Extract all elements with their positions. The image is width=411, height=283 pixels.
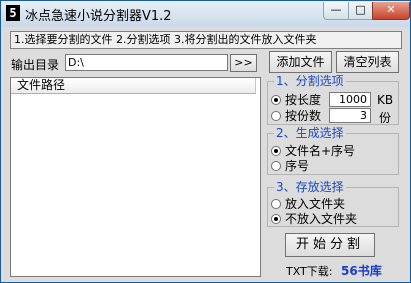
maximize-button[interactable]: □ <box>348 2 373 20</box>
output-dir-field[interactable]: D:\ <box>65 54 228 71</box>
start-split-button[interactable]: 开始分割 <box>285 233 375 257</box>
storage-folder-radio[interactable]: 放入文件夹 <box>271 197 345 211</box>
file-list[interactable]: 文件路径 <box>10 77 261 277</box>
length-field[interactable]: 1000 <box>329 92 371 107</box>
clear-list-button[interactable]: 清空列表 <box>336 51 399 73</box>
app-icon: 5 <box>6 5 20 21</box>
radio-unchecked-icon <box>271 111 281 121</box>
generate-seq-label: 序号 <box>285 159 310 173</box>
parts-unit: 份 <box>379 111 392 125</box>
split-by-length-label: 按长度 <box>285 93 322 107</box>
app-window: 5 冰点急速小说分割器V1.2 — □ ✕ 1.选择要分割的文件 2.分割选项 … <box>0 0 411 283</box>
minimize-button[interactable]: — <box>323 2 349 20</box>
radio-unchecked-icon <box>271 199 281 209</box>
generate-filename-seq-label: 文件名+序号 <box>285 144 356 158</box>
generate-options-title: 2、生成选择 <box>274 126 346 140</box>
output-dir-label: 输出目录 <box>11 58 60 72</box>
close-button[interactable]: ✕ <box>372 2 410 20</box>
generate-filename-seq-radio[interactable]: 文件名+序号 <box>271 144 355 158</box>
radio-unchecked-icon <box>271 161 281 171</box>
title-bar: 5 冰点急速小说分割器V1.2 — □ ✕ <box>1 1 410 27</box>
browse-button[interactable]: >> <box>230 54 257 72</box>
storage-no-folder-label: 不放入文件夹 <box>285 212 358 226</box>
bookstore-link[interactable]: 56书库 <box>341 262 382 279</box>
storage-folder-label: 放入文件夹 <box>285 197 346 211</box>
storage-no-folder-radio[interactable]: 不放入文件夹 <box>271 212 357 226</box>
radio-checked-icon <box>271 95 281 105</box>
txt-download-label: TXT下载: <box>286 265 333 278</box>
parts-field[interactable]: 3 <box>329 108 371 123</box>
length-unit: KB <box>377 93 394 107</box>
window-title: 冰点急速小说分割器V1.2 <box>25 9 172 24</box>
split-options-title: 1、分割选项 <box>274 74 346 88</box>
split-by-parts-radio[interactable]: 按份数 <box>271 109 321 123</box>
steps-instructions: 1.选择要分割的文件 2.分割选项 3.将分割出的文件放入文件夹 <box>10 31 402 49</box>
split-by-parts-label: 按份数 <box>285 109 322 123</box>
storage-options-title: 3、存放选择 <box>274 180 346 194</box>
generate-seq-radio[interactable]: 序号 <box>271 159 309 173</box>
add-file-button[interactable]: 添加文件 <box>269 51 332 73</box>
column-header-file-path[interactable]: 文件路径 <box>11 78 256 94</box>
radio-checked-icon <box>271 146 281 156</box>
radio-checked-icon <box>271 214 281 224</box>
split-by-length-radio[interactable]: 按长度 <box>271 93 321 107</box>
